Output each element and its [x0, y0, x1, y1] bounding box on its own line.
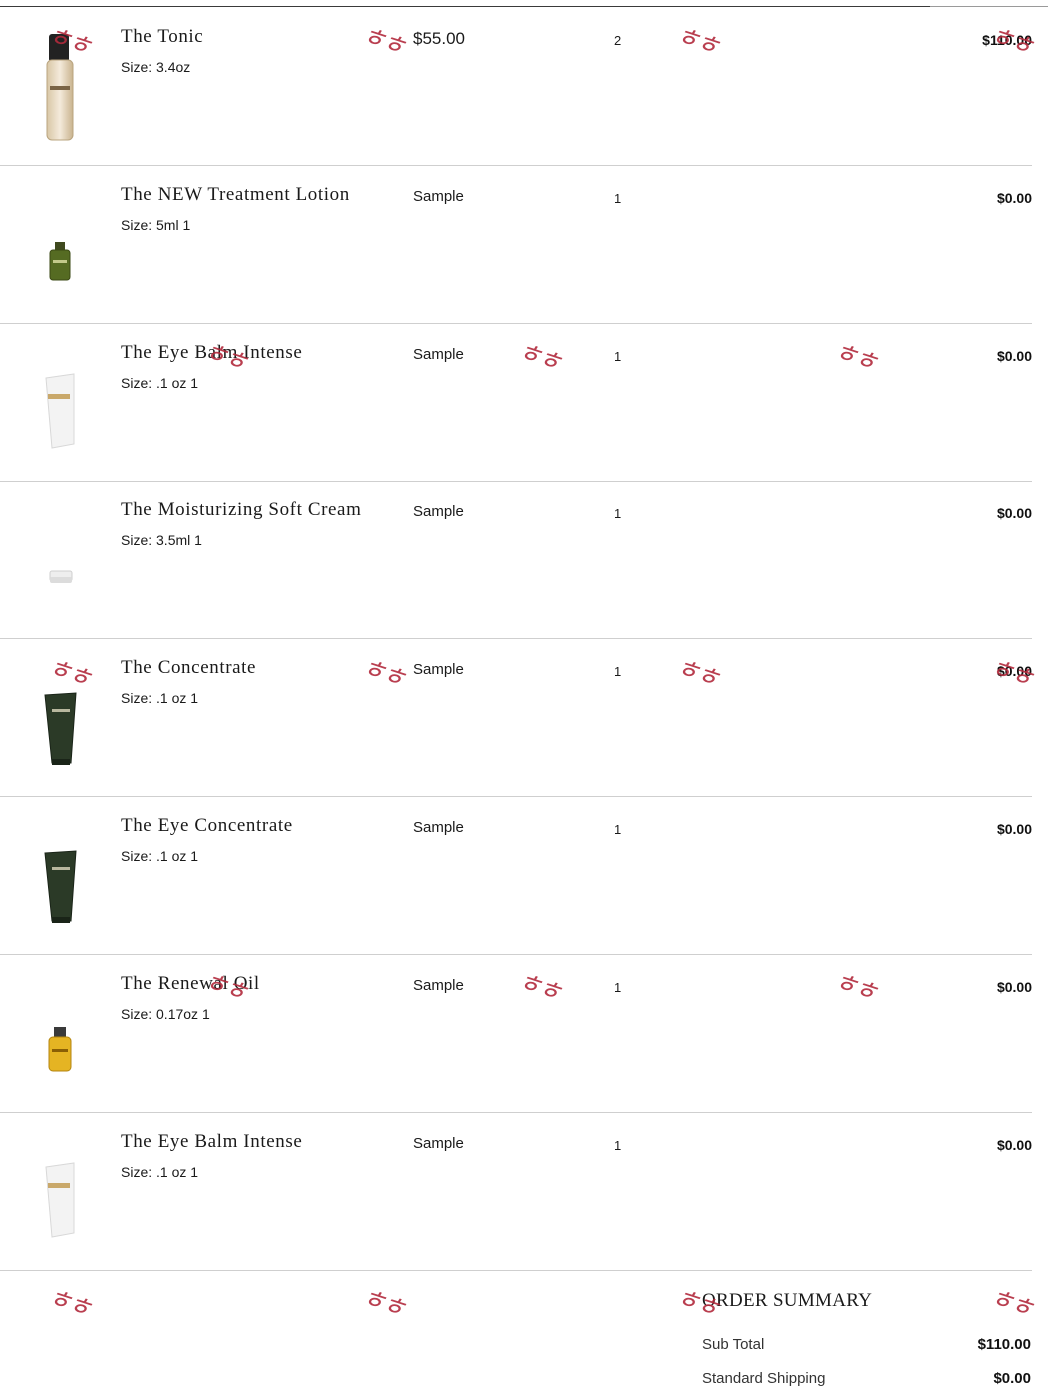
white-tube-icon[interactable] — [30, 344, 90, 464]
dark-tube-icon[interactable] — [30, 659, 90, 779]
lotion-bottle-icon[interactable] — [30, 186, 90, 306]
subtotal-label: Sub Total — [702, 1336, 765, 1353]
cart-item-row: The NEW Treatment Lotion Size: 5ml 1 Sampl… — [0, 166, 1032, 324]
cart-item-row: The Eye Balm Intense Size: .1 oz 1 Sample 1… — [0, 324, 1032, 482]
product-line-total: $0.00 — [996, 978, 1032, 995]
product-price: $55.00 — [413, 29, 465, 48]
product-line-total: $0.00 — [996, 821, 1032, 837]
product-size: Size: 0.17oz 1 — [121, 1005, 210, 1022]
product-quantity: 1 — [614, 506, 622, 522]
product-name[interactable]: The Concentrate — [121, 657, 256, 679]
white-tube-icon[interactable] — [30, 1133, 90, 1253]
cart-item-row: The Eye Balm Intense Size: .1 oz 1 Sample 1… — [0, 1113, 1032, 1271]
dark-tube-icon[interactable] — [30, 817, 90, 937]
product-price: Sample — [413, 819, 464, 836]
product-price: Sample — [413, 976, 464, 994]
watermark-stamp: ㅎㅎ — [43, 1282, 93, 1324]
product-price: Sample — [413, 345, 464, 363]
product-size: Size: 3.5ml 1 — [121, 532, 202, 549]
watermark-stamp: ㅎㅎ — [985, 1282, 1035, 1324]
product-quantity: 1 — [614, 190, 622, 206]
cart-item-row: The Moisturizing Soft Cream Size: 3.5ml 1… — [0, 481, 1032, 640]
product-quantity: 1 — [614, 979, 622, 995]
product-line-total: $0.00 — [996, 347, 1032, 364]
order-summary-title: ORDER SUMMARY — [702, 1290, 873, 1311]
top-divider-right — [930, 6, 1048, 7]
oil-bottle-icon[interactable] — [30, 975, 90, 1095]
cart-item-row: The Eye Concentrate Size: .1 oz 1 Sample 1 $… — [0, 797, 1032, 955]
product-name[interactable]: The Tonic — [121, 26, 203, 48]
product-name[interactable]: The Eye Concentrate — [121, 815, 293, 837]
product-quantity: 1 — [614, 664, 622, 680]
product-quantity: 1 — [614, 822, 622, 837]
product-size: Size: .1 oz 1 — [121, 374, 199, 391]
cart-item-row: The Concentrate Size: .1 oz 1 Sample 1 $0.00 — [0, 639, 1032, 798]
product-line-total: $0.00 — [996, 1136, 1032, 1153]
product-price: Sample — [413, 661, 464, 679]
product-price: Sample — [413, 187, 464, 205]
product-name[interactable]: The Renewal Oil — [121, 973, 260, 995]
product-price: Sample — [413, 503, 464, 521]
product-line-total: $0.00 — [996, 189, 1032, 206]
cart-item-row: The Tonic Size: 3.4oz $55.00 2 $110.00 — [0, 8, 1032, 166]
product-quantity: 1 — [614, 348, 622, 364]
product-size: Size: 5ml 1 — [121, 216, 191, 233]
product-name[interactable]: The Eye Balm Intense — [121, 342, 302, 364]
product-name[interactable]: The Moisturizing Soft Cream — [121, 499, 361, 521]
cream-jar-icon[interactable] — [30, 501, 90, 621]
tonic-bottle-icon[interactable] — [30, 28, 90, 148]
product-price: Sample — [413, 1134, 464, 1152]
product-size: Size: .1 oz 1 — [121, 690, 199, 707]
product-name[interactable]: The NEW Treatment Lotion — [121, 184, 350, 206]
product-line-total: $0.00 — [996, 505, 1032, 522]
product-line-total: $0.00 — [996, 663, 1032, 680]
shipping-value: $0.00 — [993, 1370, 1031, 1387]
product-name[interactable]: The Eye Balm Intense — [121, 1131, 302, 1153]
shipping-label: Standard Shipping — [702, 1370, 826, 1387]
product-quantity: 2 — [614, 33, 622, 48]
product-size: Size: 3.4oz — [121, 59, 191, 75]
cart-item-row: The Renewal Oil Size: 0.17oz 1 Sample 1 $0.0… — [0, 955, 1032, 1113]
top-divider — [0, 6, 930, 7]
product-quantity: 1 — [614, 1137, 622, 1153]
product-line-total: $110.00 — [982, 32, 1032, 48]
subtotal-value: $110.00 — [977, 1336, 1031, 1353]
product-size: Size: .1 oz 1 — [121, 848, 199, 864]
watermark-stamp: ㅎㅎ — [357, 1282, 407, 1324]
product-size: Size: .1 oz 1 — [121, 1163, 199, 1180]
